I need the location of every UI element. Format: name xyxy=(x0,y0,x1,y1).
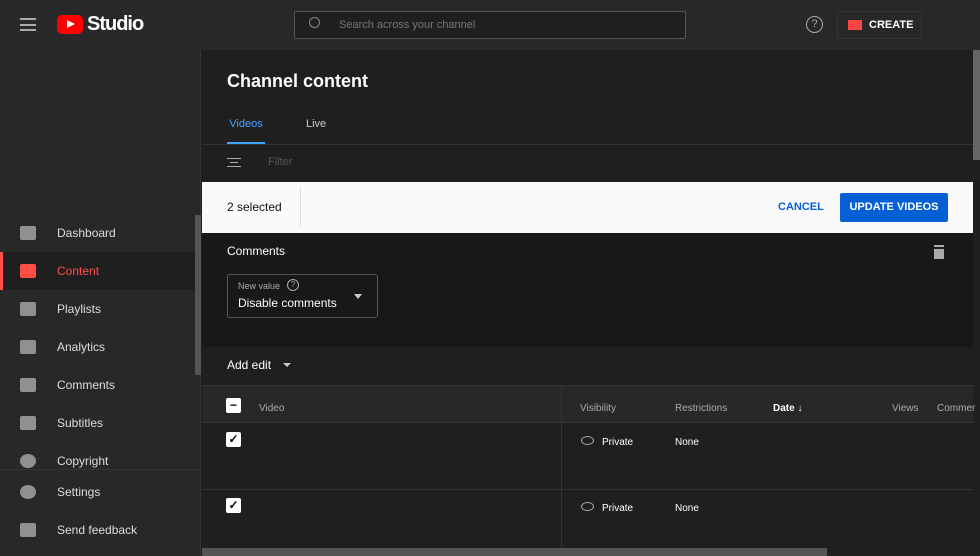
dropdown-arrow-icon xyxy=(283,363,292,367)
logo-text: Studio xyxy=(87,13,144,35)
sidebar-item-content[interactable]: Content xyxy=(0,252,196,290)
column-visibility: Visibility xyxy=(580,403,616,414)
column-date[interactable]: Date ↓ xyxy=(773,403,802,414)
table-row[interactable]: ✓ Private None xyxy=(202,422,973,489)
content-icon xyxy=(20,264,36,278)
update-videos-button[interactable]: UPDATE VIDEOS xyxy=(840,193,948,222)
search-icon xyxy=(309,17,320,28)
tab-label: Live xyxy=(306,118,327,130)
sidebar-item-feedback[interactable]: Send feedback xyxy=(0,511,196,549)
nav-label: Subtitles xyxy=(57,416,104,430)
sidebar-scrollbar[interactable] xyxy=(195,215,201,375)
new-value-select[interactable]: New value ? Disable comments xyxy=(227,274,378,318)
column-views: Views xyxy=(892,403,919,414)
sidebar-item-playlists[interactable]: Playlists xyxy=(0,290,196,328)
video-camera-icon xyxy=(848,20,862,30)
help-icon[interactable]: ? xyxy=(806,16,823,33)
nav-label: Playlists xyxy=(57,302,102,316)
select-all-checkbox[interactable]: − xyxy=(226,398,241,413)
dropdown-arrow-icon xyxy=(354,294,362,299)
vertical-scrollbar[interactable] xyxy=(973,50,980,160)
youtube-logo-icon[interactable] xyxy=(57,15,83,34)
add-edit-button[interactable]: Add edit xyxy=(227,358,292,372)
sidebar-item-comments[interactable]: Comments xyxy=(0,366,196,404)
row-checkbox[interactable]: ✓ xyxy=(226,432,241,447)
search-placeholder: Search across your channel xyxy=(339,19,476,31)
table-row[interactable]: ✓ Private None xyxy=(202,489,973,549)
help-icon[interactable]: ? xyxy=(287,279,299,291)
table-header: − Video Visibility Restrictions Date ↓ V… xyxy=(202,385,976,423)
filter-icon[interactable] xyxy=(227,158,241,167)
analytics-icon xyxy=(20,340,36,354)
sidebar: Dashboard Content Playlists Analytics Co… xyxy=(0,50,201,556)
column-video: Video xyxy=(259,403,285,414)
comments-icon xyxy=(20,378,36,392)
subtitles-icon xyxy=(20,416,36,430)
nav-label: Dashboard xyxy=(57,226,116,240)
cancel-button[interactable]: CANCEL xyxy=(778,201,824,213)
playlists-icon xyxy=(20,302,36,316)
eye-off-icon xyxy=(581,502,594,511)
tab-live[interactable]: Live xyxy=(306,118,326,130)
search-input[interactable]: Search across your channel xyxy=(294,11,686,39)
arrow-down-icon: ↓ xyxy=(797,403,803,414)
sidebar-footer: Settings Send feedback xyxy=(0,469,200,556)
gear-icon xyxy=(20,485,36,499)
nav-label: Analytics xyxy=(57,340,106,354)
eye-off-icon xyxy=(581,436,594,445)
feedback-icon xyxy=(20,523,36,537)
selected-count: 2 selected xyxy=(227,200,282,214)
main-content: Channel content Videos Live Filter 2 sel… xyxy=(202,50,976,556)
divider xyxy=(202,144,973,145)
restrictions-value: None xyxy=(675,437,699,448)
tab-videos[interactable]: Videos xyxy=(227,118,265,144)
selection-bar: 2 selected CANCEL UPDATE VIDEOS xyxy=(202,182,973,233)
edit-section-title: Comments xyxy=(227,244,286,258)
nav-label: Content xyxy=(57,264,100,278)
add-edit-label: Add edit xyxy=(227,358,272,372)
row-checkbox[interactable]: ✓ xyxy=(226,498,241,513)
divider xyxy=(300,188,301,227)
update-label: UPDATE VIDEOS xyxy=(849,201,939,213)
sidebar-item-analytics[interactable]: Analytics xyxy=(0,328,196,366)
top-bar: Studio Search across your channel ? CREA… xyxy=(0,0,980,50)
create-label: CREATE xyxy=(869,19,914,31)
sidebar-item-dashboard[interactable]: Dashboard xyxy=(0,214,196,252)
field-label: New value xyxy=(238,281,281,291)
create-button[interactable]: CREATE xyxy=(837,11,922,39)
copyright-icon xyxy=(20,454,36,468)
date-label: Date xyxy=(773,403,795,414)
visibility-value: Private xyxy=(602,437,634,448)
column-restrictions: Restrictions xyxy=(675,403,728,414)
nav-label: Copyright xyxy=(57,454,109,468)
edit-panel: Comments New value ? Disable comments xyxy=(202,233,973,347)
column-comments: Commer xyxy=(937,403,976,414)
nav-label: Comments xyxy=(57,378,116,392)
filter-input[interactable]: Filter xyxy=(268,156,292,168)
field-value: Disable comments xyxy=(238,296,337,310)
sidebar-item-settings[interactable]: Settings xyxy=(0,473,196,511)
nav-label: Send feedback xyxy=(57,523,138,537)
menu-icon[interactable] xyxy=(20,18,36,31)
sidebar-item-subtitles[interactable]: Subtitles xyxy=(0,404,196,442)
trash-icon[interactable] xyxy=(934,247,944,259)
horizontal-scrollbar[interactable] xyxy=(202,548,827,556)
restrictions-value: None xyxy=(675,503,699,514)
nav-label: Settings xyxy=(57,485,101,499)
dashboard-icon xyxy=(20,226,36,240)
tab-label: Videos xyxy=(229,118,263,130)
column-divider xyxy=(561,385,562,556)
page-title: Channel content xyxy=(227,71,369,91)
visibility-value: Private xyxy=(602,503,634,514)
